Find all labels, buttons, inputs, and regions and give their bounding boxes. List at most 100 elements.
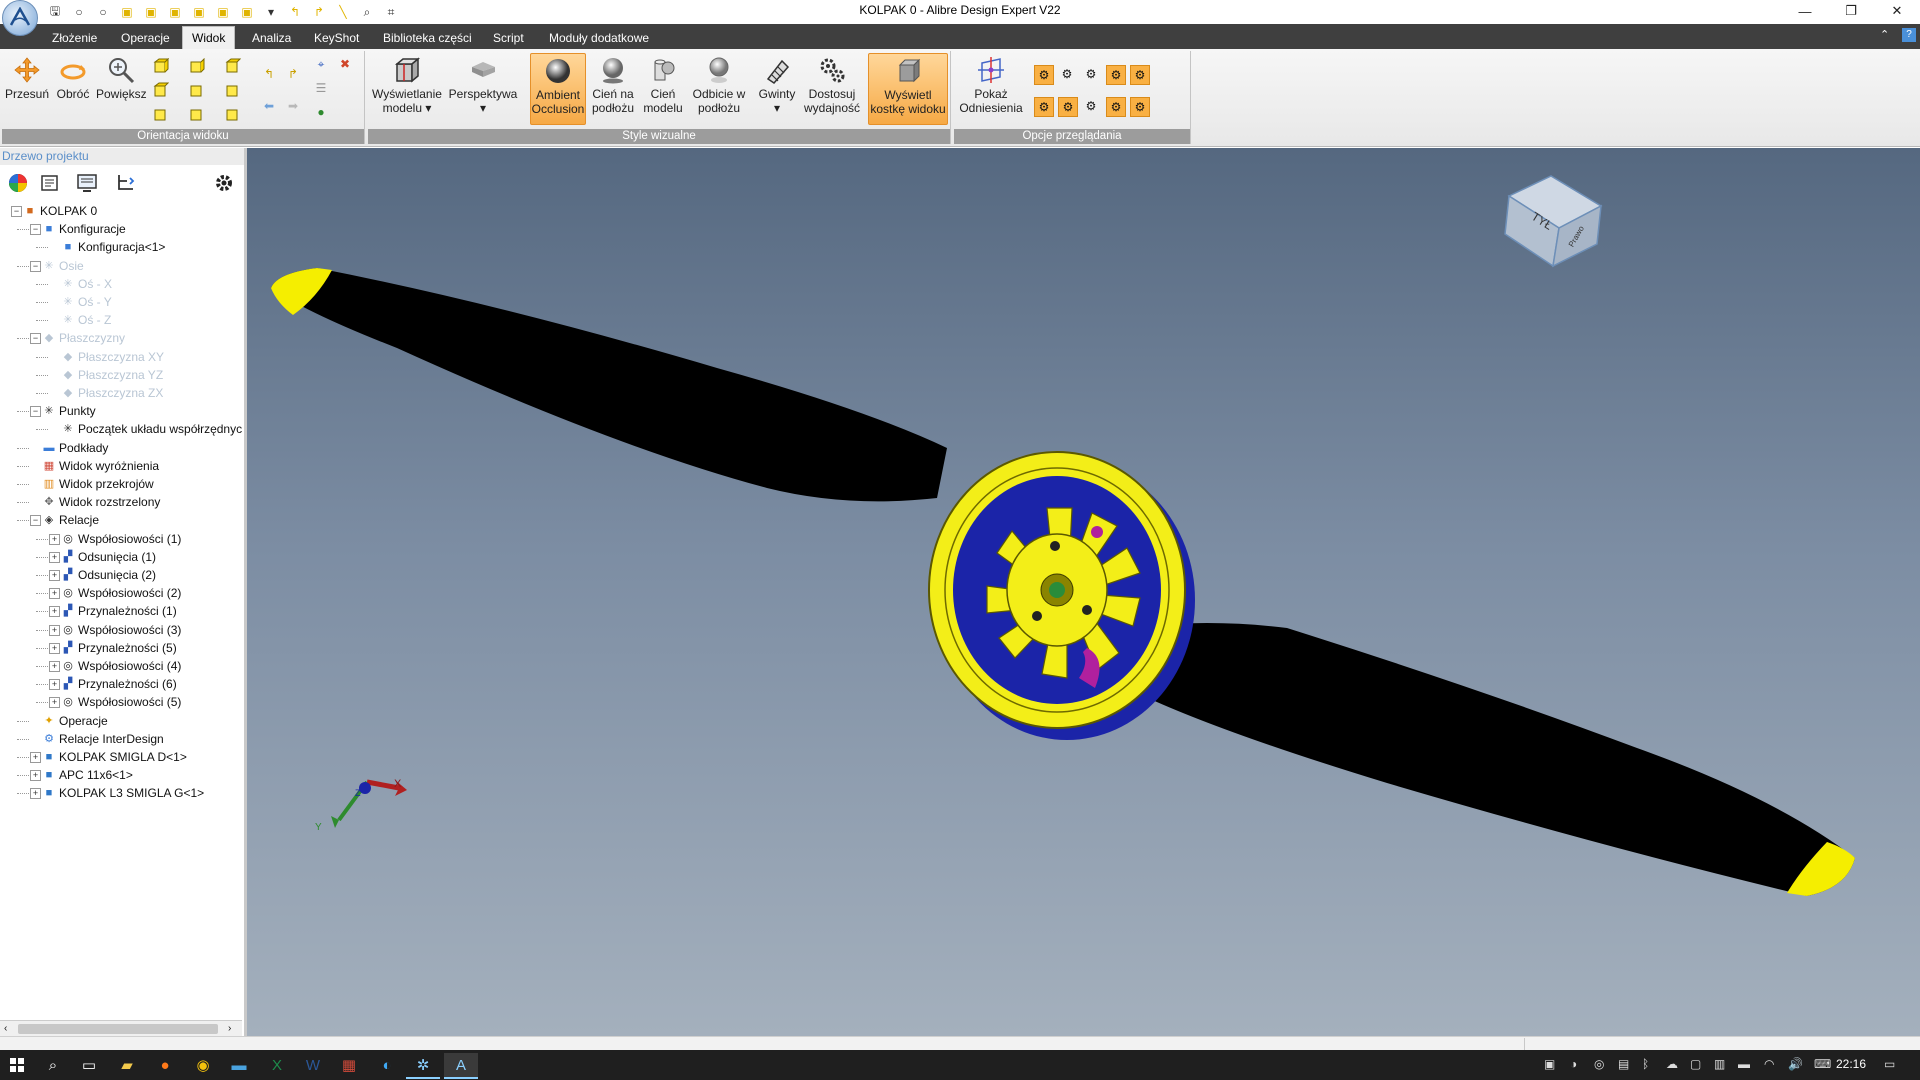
tree-item[interactable]: − ◆ Płaszczyzny xyxy=(0,329,242,347)
edge-icon[interactable]: ◐ xyxy=(370,1053,404,1077)
rotate-cw-icon[interactable]: ↰ xyxy=(260,65,278,83)
top-view-icon[interactable] xyxy=(152,81,170,99)
expand-icon[interactable]: + xyxy=(49,588,60,600)
dimetric-view-icon[interactable] xyxy=(224,81,242,99)
cube-view-icon[interactable]: ▣ xyxy=(164,3,186,21)
graphics-viewport[interactable]: X Y Z TYŁ Prawo xyxy=(247,148,1920,1036)
expand-icon[interactable]: + xyxy=(49,533,60,545)
circle-icon[interactable]: ○ xyxy=(92,3,114,21)
filter-option-icon[interactable]: ⚙ xyxy=(1082,97,1100,115)
minimize-button[interactable]: — xyxy=(1782,0,1828,22)
filter-option-icon[interactable]: ⚙ xyxy=(1130,65,1150,85)
firefox-icon[interactable]: ● xyxy=(148,1053,182,1077)
filter-option-icon[interactable]: ⚙ xyxy=(1034,65,1054,85)
filter-option-icon[interactable]: ⚙ xyxy=(1058,65,1076,83)
tab-biblioteka-czesci[interactable]: Biblioteka części xyxy=(374,28,481,49)
rotate-right-icon[interactable]: ↱ xyxy=(308,3,330,21)
cube-view-icon[interactable]: ▣ xyxy=(188,3,210,21)
iso-view-icon[interactable] xyxy=(224,57,242,75)
tab-keyshot[interactable]: KeyShot xyxy=(305,28,368,49)
filter-option-icon[interactable]: ⚙ xyxy=(1082,65,1100,83)
show-references-button[interactable]: Pokaż Odniesienia xyxy=(956,53,1026,115)
tab-widok[interactable]: Widok xyxy=(182,26,236,50)
tree-item[interactable]: + ◎ Współosiowości (4) xyxy=(0,657,242,675)
file-explorer-icon[interactable]: ▰ xyxy=(110,1053,144,1077)
tree-item[interactable]: ▥ Widok przekrojów xyxy=(0,475,242,493)
tree-item[interactable]: − ✳ Punkty xyxy=(0,402,242,420)
tree-item[interactable]: ✥ Widok rozstrzelony xyxy=(0,493,242,511)
tree-item[interactable]: + ▞ Przynależności (1) xyxy=(0,602,242,620)
expand-icon[interactable]: + xyxy=(49,679,60,691)
tray-icon[interactable]: ▬ xyxy=(1738,1057,1750,1071)
tree-item[interactable]: + ▞ Przynależności (5) xyxy=(0,639,242,657)
notifications-icon[interactable]: ▭ xyxy=(1884,1057,1895,1071)
floor-shadow-button[interactable]: Cień na podłożu xyxy=(588,53,638,115)
rotate-ccw-icon[interactable]: ↱ xyxy=(284,65,302,83)
tree-item[interactable]: + ■ KOLPAK SMIGLA D<1> xyxy=(0,748,242,766)
expand-icon[interactable]: + xyxy=(49,661,60,672)
line-icon[interactable]: ╲ xyxy=(332,3,354,21)
tray-icon[interactable]: ◑ xyxy=(1570,1057,1577,1071)
mail-icon[interactable]: ▬ xyxy=(222,1053,256,1077)
tree-item[interactable]: ✳ Oś - Z xyxy=(0,311,242,329)
left-view-icon[interactable] xyxy=(188,81,206,99)
collapse-icon[interactable]: − xyxy=(30,406,41,418)
tab-moduly-dodatkowe[interactable]: Moduły dodatkowe xyxy=(540,28,658,49)
maximize-button[interactable]: ❐ xyxy=(1828,0,1874,22)
front-view-icon[interactable] xyxy=(152,57,170,75)
collapse-icon[interactable]: − xyxy=(30,515,41,527)
excel-icon[interactable]: X xyxy=(260,1053,294,1077)
help-icon[interactable]: ? xyxy=(1902,28,1916,42)
model-display-button[interactable]: Wyświetlanie modelu ▾ xyxy=(370,53,444,115)
tree-item[interactable]: + ■ APC 11x6<1> xyxy=(0,766,242,784)
pan-button[interactable]: Przesuń xyxy=(4,53,50,101)
right-view-icon[interactable] xyxy=(188,105,206,123)
previous-view-icon[interactable]: ⬅ xyxy=(260,97,278,115)
clock[interactable]: 22:16 xyxy=(1836,1057,1866,1071)
save-icon[interactable]: 🖫 xyxy=(44,3,66,21)
tab-script[interactable]: Script xyxy=(484,28,533,49)
expand-icon[interactable]: + xyxy=(49,697,60,709)
cube-view-icon[interactable]: ▣ xyxy=(236,3,258,21)
tray-icon[interactable]: ◎ xyxy=(1594,1057,1604,1071)
collapse-ribbon-icon[interactable]: ⌃ xyxy=(1880,28,1889,41)
tree-item[interactable]: + ◎ Współosiowości (5) xyxy=(0,693,242,711)
tree-item[interactable]: + ▞ Przynależności (6) xyxy=(0,675,242,693)
tree-item[interactable]: + ▞ Odsunięcia (1) xyxy=(0,548,242,566)
tree-item[interactable]: ◆ Płaszczyzna ZX xyxy=(0,384,242,402)
cube-view-icon[interactable]: ▣ xyxy=(212,3,234,21)
tree-item[interactable]: ◆ Płaszczyzna XY xyxy=(0,348,242,366)
tab-zlozenie[interactable]: Złożenie xyxy=(43,28,106,49)
circle-icon[interactable]: ○ xyxy=(68,3,90,21)
alibre-taskbar-icon[interactable]: A xyxy=(444,1053,478,1079)
tab-operacje[interactable]: Operacje xyxy=(112,28,179,49)
back-view-icon[interactable] xyxy=(188,57,206,75)
filter-option-icon[interactable]: ⚙ xyxy=(1130,97,1150,117)
tree-item[interactable]: − ✳ Osie xyxy=(0,257,242,275)
tree-item[interactable]: + ■ KOLPAK L3 SMIGLA G<1> xyxy=(0,784,242,802)
collapse-icon[interactable]: − xyxy=(30,224,41,236)
filter-option-icon[interactable]: ⚙ xyxy=(1106,97,1126,117)
tree-item[interactable]: + ◎ Współosiowości (1) xyxy=(0,530,242,548)
collapse-icon[interactable]: − xyxy=(11,206,22,217)
bluetooth-icon[interactable]: ᛒ xyxy=(1642,1057,1649,1071)
scroll-left-icon[interactable]: ‹ xyxy=(4,1023,7,1034)
tree-item[interactable]: − ■ KOLPAK 0 xyxy=(0,202,242,220)
keyshot-icon[interactable]: ✲ xyxy=(406,1053,440,1079)
expand-icon[interactable]: + xyxy=(30,788,41,800)
tree-item[interactable]: ⚙ Relacje InterDesign xyxy=(0,730,242,748)
volume-icon[interactable]: 🔊 xyxy=(1788,1057,1803,1071)
tree-item[interactable]: + ◎ Współosiowości (2) xyxy=(0,584,242,602)
rotate-left-icon[interactable]: ↰ xyxy=(284,3,306,21)
gear-icon[interactable] xyxy=(212,172,236,194)
tree-item[interactable]: + ◎ Współosiowości (3) xyxy=(0,621,242,639)
properties-icon[interactable] xyxy=(38,172,62,194)
delete-view-icon[interactable]: ✖ xyxy=(336,55,354,73)
language-icon[interactable]: ⌨ xyxy=(1814,1057,1831,1071)
save-view-icon[interactable]: ● xyxy=(312,103,330,121)
expand-icon[interactable]: + xyxy=(49,551,60,563)
tray-icon[interactable]: ▢ xyxy=(1690,1057,1701,1071)
scrollbar-thumb[interactable] xyxy=(18,1024,218,1034)
tree-item[interactable]: ✦ Operacje xyxy=(0,712,242,730)
color-wheel-icon[interactable] xyxy=(6,172,30,194)
